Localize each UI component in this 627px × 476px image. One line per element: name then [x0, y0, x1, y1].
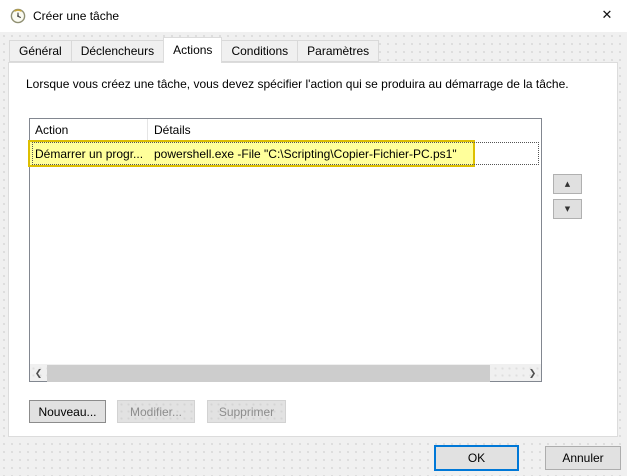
horizontal-scrollbar[interactable]: ❮ ❯	[30, 364, 541, 382]
tab-strip: Général Déclencheurs Actions Conditions …	[9, 37, 380, 63]
row-details-cell: powershell.exe -File "C:\Scripting\Copie…	[154, 146, 457, 161]
chevron-down-icon: ▼	[564, 205, 571, 213]
create-task-dialog: { "window": { "title": "Créer une tâche"…	[0, 0, 627, 476]
tab-actions[interactable]: Actions	[163, 37, 223, 63]
dialog-body: Général Déclencheurs Actions Conditions …	[0, 32, 627, 476]
delete-button[interactable]: Supprimer	[207, 400, 286, 423]
title-bar: Créer une tâche ✕	[0, 0, 627, 32]
close-icon[interactable]: ✕	[587, 0, 627, 30]
new-button[interactable]: Nouveau...	[29, 400, 106, 423]
tab-declencheurs[interactable]: Déclencheurs	[70, 40, 165, 62]
table-row[interactable]: Démarrer un progr... powershell.exe -Fil…	[28, 140, 541, 167]
actions-list[interactable]: Action Détails Démarrer un progr... powe…	[28, 118, 542, 382]
column-header-details[interactable]: Détails	[148, 123, 191, 137]
actions-tab-page: Lorsque vous créez une tâche, vous devez…	[8, 62, 618, 437]
tab-parametres[interactable]: Paramètres	[297, 40, 380, 62]
tab-general[interactable]: Général	[9, 40, 72, 62]
move-down-button[interactable]: ▼	[553, 199, 582, 219]
ok-button[interactable]: OK	[434, 445, 519, 471]
scrollbar-thumb[interactable]	[47, 365, 490, 382]
list-header: Action Détails	[30, 119, 541, 141]
chevron-up-icon: ▲	[564, 180, 571, 188]
window-title: Créer une tâche	[33, 9, 120, 23]
tab-conditions[interactable]: Conditions	[221, 40, 299, 62]
scroll-right-icon[interactable]: ❯	[524, 365, 541, 382]
column-header-action[interactable]: Action	[30, 119, 148, 141]
page-description: Lorsque vous créez une tâche, vous devez…	[26, 77, 569, 91]
move-up-button[interactable]: ▲	[553, 174, 582, 194]
edit-button[interactable]: Modifier...	[117, 400, 195, 423]
cancel-button[interactable]: Annuler	[545, 446, 621, 470]
row-action-cell: Démarrer un progr...	[35, 146, 144, 161]
scroll-left-icon[interactable]: ❮	[30, 365, 47, 382]
task-scheduler-clock-icon	[10, 8, 26, 24]
